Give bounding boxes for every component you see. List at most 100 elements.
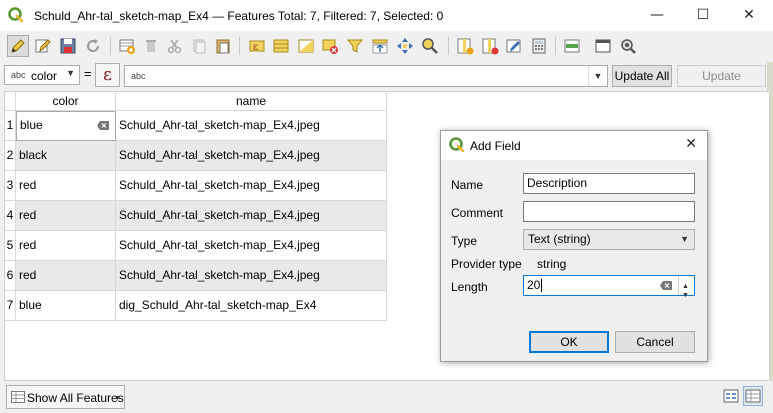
conditional-formatting-button[interactable] bbox=[561, 35, 583, 57]
copy-icon bbox=[193, 39, 206, 54]
type-select-value: Text (string) bbox=[528, 232, 591, 246]
table-cell-editor[interactable]: blue bbox=[16, 111, 116, 141]
update-all-button[interactable]: Update All bbox=[612, 65, 672, 87]
table-cell[interactable]: red bbox=[16, 261, 116, 291]
svg-text:ε: ε bbox=[253, 42, 258, 53]
clear-icon[interactable] bbox=[97, 121, 109, 130]
field-update-bar: abc color ▼ = ε abc ▼ Update All Update … bbox=[0, 62, 773, 103]
form-view-icon bbox=[723, 389, 739, 403]
update-selected-button[interactable]: Update Selected bbox=[677, 65, 766, 103]
maximize-button[interactable]: ☐ bbox=[680, 0, 726, 31]
cut-button[interactable] bbox=[164, 35, 186, 57]
row-header[interactable]: 4 bbox=[5, 201, 16, 231]
chevron-down-icon[interactable]: ▼ bbox=[588, 66, 607, 86]
add-feature-icon bbox=[119, 39, 135, 54]
cancel-button[interactable]: Cancel bbox=[615, 331, 695, 353]
chevron-down-icon: ▼ bbox=[114, 395, 121, 402]
corner-header[interactable] bbox=[5, 92, 16, 111]
reload-icon bbox=[87, 39, 100, 53]
magnifier-icon bbox=[422, 38, 438, 54]
spin-down-icon[interactable]: ▼ bbox=[682, 286, 689, 305]
table-cell[interactable]: Schuld_Ahr-tal_sketch-map_Ex4.jpeg bbox=[116, 111, 387, 141]
expression-builder-button[interactable]: ε bbox=[95, 63, 120, 87]
length-label: Length bbox=[451, 280, 488, 294]
attribute-table-toolbar: ε bbox=[0, 31, 773, 61]
invert-selection-button[interactable] bbox=[295, 35, 317, 57]
ok-button[interactable]: OK bbox=[529, 331, 609, 353]
dock-table-button[interactable] bbox=[592, 35, 614, 57]
new-field-button[interactable] bbox=[454, 35, 476, 57]
table-cell[interactable]: Schuld_Ahr-tal_sketch-map_Ex4.jpeg bbox=[116, 171, 387, 201]
minimize-button[interactable]: — bbox=[634, 0, 680, 31]
table-cell[interactable]: Schuld_Ahr-tal_sketch-map_Ex4.jpeg bbox=[116, 141, 387, 171]
row-header[interactable]: 6 bbox=[5, 261, 16, 291]
row-header[interactable]: 7 bbox=[5, 291, 16, 321]
text-caret bbox=[541, 279, 543, 293]
organize-columns-icon bbox=[506, 39, 521, 53]
add-field-dialog: Add Field ✕ Name Description Comment Typ… bbox=[440, 130, 708, 362]
save-edits-button[interactable] bbox=[57, 35, 79, 57]
form-view-button[interactable] bbox=[721, 386, 741, 406]
type-select[interactable]: Text (string) ▼ bbox=[523, 229, 695, 250]
row-header[interactable]: 2 bbox=[5, 141, 16, 171]
table-cell[interactable]: dig_Schuld_Ahr-tal_sketch-map_Ex4 bbox=[116, 291, 387, 321]
move-selection-top-button[interactable] bbox=[369, 35, 391, 57]
row-header[interactable]: 5 bbox=[5, 231, 16, 261]
column-header-name[interactable]: name bbox=[116, 92, 387, 111]
filter-icon bbox=[346, 39, 364, 53]
toggle-editing-button[interactable] bbox=[7, 35, 29, 57]
row-header[interactable]: 1 bbox=[5, 111, 16, 141]
filter-select-button[interactable] bbox=[344, 35, 366, 57]
spin-buttons[interactable]: ▲ ▼ bbox=[678, 276, 694, 299]
reload-button[interactable] bbox=[82, 35, 104, 57]
table-cell[interactable]: black bbox=[16, 141, 116, 171]
table-filter-icon bbox=[11, 391, 25, 403]
equals-label: = bbox=[84, 66, 92, 81]
organize-columns-button[interactable] bbox=[503, 35, 525, 57]
deselect-all-button[interactable] bbox=[319, 35, 341, 57]
multi-edit-button[interactable] bbox=[32, 35, 54, 57]
name-field[interactable]: Description bbox=[523, 173, 695, 194]
dialog-titlebar: Add Field ✕ bbox=[441, 131, 707, 160]
table-cell[interactable]: Schuld_Ahr-tal_sketch-map_Ex4.jpeg bbox=[116, 231, 387, 261]
conditional-formatting-icon bbox=[564, 39, 580, 53]
delete-feature-button[interactable] bbox=[140, 35, 162, 57]
table-cell[interactable]: Schuld_Ahr-tal_sketch-map_Ex4.jpeg bbox=[116, 261, 387, 291]
table-cell[interactable]: blue bbox=[16, 291, 116, 321]
field-calculator-button[interactable] bbox=[528, 35, 550, 57]
pan-to-selection-button[interactable] bbox=[394, 35, 416, 57]
select-all-button[interactable] bbox=[270, 35, 292, 57]
window-titlebar: Schuld_Ahr-tal_sketch-map_Ex4 — Features… bbox=[0, 0, 773, 31]
deselect-all-icon bbox=[322, 39, 338, 54]
close-button[interactable]: ✕ bbox=[726, 0, 772, 31]
bottom-bar: Show All Features ▼ bbox=[0, 381, 773, 413]
field-select-combo[interactable]: abc color ▼ bbox=[4, 65, 80, 85]
zoom-to-selection-button[interactable] bbox=[419, 35, 441, 57]
row-header[interactable]: 3 bbox=[5, 171, 16, 201]
move-to-top-icon bbox=[372, 39, 388, 54]
select-by-expression-button[interactable]: ε bbox=[246, 35, 268, 57]
clear-icon[interactable] bbox=[660, 281, 672, 290]
provider-type-label: Provider type bbox=[451, 257, 522, 271]
paste-icon bbox=[216, 39, 230, 54]
length-spinbox[interactable]: 20 ▲ ▼ bbox=[523, 275, 695, 299]
table-cell[interactable]: Schuld_Ahr-tal_sketch-map_Ex4.jpeg bbox=[116, 201, 387, 231]
dialog-close-button[interactable]: ✕ bbox=[685, 136, 697, 152]
add-feature-button[interactable] bbox=[116, 35, 138, 57]
column-header-color[interactable]: color bbox=[16, 92, 116, 111]
table-cell[interactable]: red bbox=[16, 201, 116, 231]
table-cell[interactable]: red bbox=[16, 231, 116, 261]
paste-button[interactable] bbox=[212, 35, 234, 57]
toolbar-separator bbox=[110, 37, 111, 55]
actions-button[interactable] bbox=[617, 35, 639, 57]
comment-field[interactable] bbox=[523, 201, 695, 222]
scissors-icon bbox=[167, 39, 182, 54]
show-all-features-button[interactable]: Show All Features ▼ bbox=[6, 385, 125, 409]
delete-field-button[interactable] bbox=[479, 35, 501, 57]
table-view-button[interactable] bbox=[743, 386, 763, 406]
toolbar-separator bbox=[448, 37, 449, 55]
select-by-expression-icon: ε bbox=[249, 40, 265, 53]
expression-input[interactable]: abc ▼ bbox=[124, 65, 608, 87]
table-cell[interactable]: red bbox=[16, 171, 116, 201]
copy-button[interactable] bbox=[188, 35, 210, 57]
